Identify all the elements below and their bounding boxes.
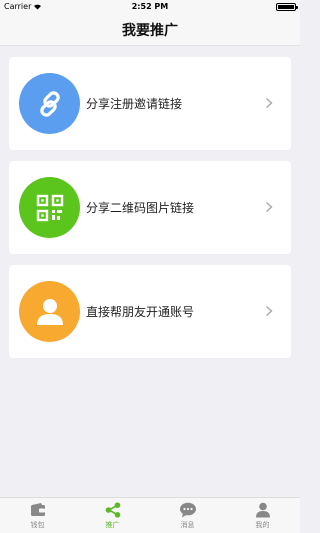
card-label: 分享注册邀请链接 [86,97,183,111]
share-register-link-card[interactable]: 分享注册邀请链接 [9,57,291,150]
status-time: 2:52 PM [131,2,169,11]
wallet-icon [30,502,45,516]
tab-label: 钱包 [30,520,45,529]
person-icon [19,281,80,342]
share-qr-code-card[interactable]: 分享二维码图片链接 [9,161,291,254]
tab-label: 推广 [105,520,120,529]
chevron-right-icon [266,305,273,317]
tab-profile[interactable]: 我的 [225,498,300,533]
nav-bar: 我要推广 [0,14,300,46]
qr-code-icon [19,177,80,238]
card-label: 直接帮朋友开通账号 [86,305,195,319]
card-label: 分享二维码图片链接 [86,201,195,215]
chevron-right-icon [266,201,273,213]
tab-bar: 钱包 推广 消息 我的 [0,497,300,533]
profile-icon [255,502,270,517]
battery-icon [276,3,298,11]
chevron-right-icon [266,97,273,109]
open-account-card[interactable]: 直接帮朋友开通账号 [9,265,291,358]
tab-label: 消息 [180,520,195,529]
link-icon [19,73,80,134]
share-icon [105,501,120,518]
status-bar: Carrier 2:52 PM [0,0,300,14]
page-title: 我要推广 [122,22,178,39]
tab-label: 我的 [255,520,270,529]
tab-wallet[interactable]: 钱包 [0,498,75,533]
tab-messages[interactable]: 消息 [150,498,225,533]
message-icon [179,502,196,517]
tab-promote[interactable]: 推广 [75,498,150,533]
